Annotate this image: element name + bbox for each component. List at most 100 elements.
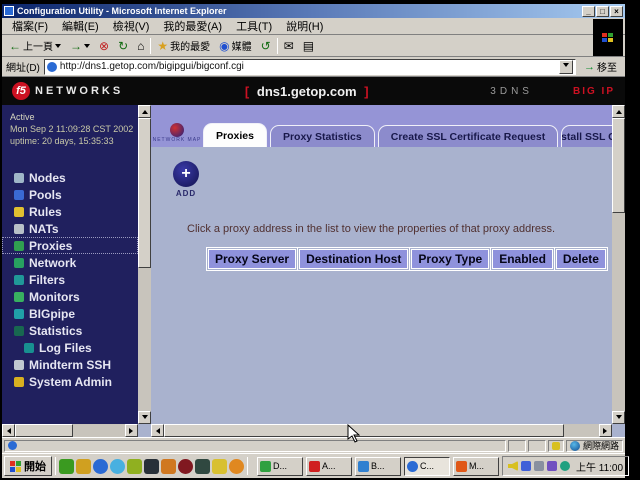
scrollbar-thumb[interactable]	[138, 118, 151, 268]
quick-launch-icon-3[interactable]	[93, 459, 108, 474]
quick-launch-icon-6[interactable]	[144, 459, 159, 474]
app-icon	[309, 461, 320, 472]
address-input[interactable]: http://dns1.getop.com/bigipgui/bigconf.c…	[44, 59, 576, 75]
task-button-2[interactable]: A...	[306, 457, 352, 476]
favorites-button[interactable]: ★ 我的最愛	[154, 37, 213, 54]
taskbar-divider	[247, 457, 248, 475]
home-button[interactable]: ⌂	[134, 39, 147, 53]
favorites-label: 我的最愛	[170, 38, 210, 53]
scroll-down-button[interactable]	[612, 411, 625, 424]
volume-icon[interactable]	[508, 461, 518, 471]
history-button[interactable]: ↺	[258, 39, 274, 53]
quick-launch-icon-4[interactable]	[110, 459, 125, 474]
sidebar-item-pools[interactable]: Pools	[2, 186, 138, 203]
scroll-up-button[interactable]	[612, 105, 625, 118]
network-map-button[interactable]: NETWORK MAP	[151, 123, 203, 147]
scroll-down-button[interactable]	[138, 411, 151, 424]
tray-icon-2[interactable]	[547, 461, 557, 471]
scrollbar-thumb[interactable]	[612, 118, 625, 213]
sidebar-item-filters[interactable]: Filters	[2, 271, 138, 288]
tab-create-ssl-certificate-request[interactable]: Create SSL Certificate Request	[378, 125, 558, 147]
quick-launch-icon-7[interactable]	[161, 459, 176, 474]
main-horizontal-scrollbar[interactable]	[151, 424, 612, 437]
tray-icon-3[interactable]	[560, 461, 570, 471]
sidebar-item-system-admin[interactable]: System Admin	[2, 373, 138, 390]
back-button[interactable]: ← 上一頁	[6, 37, 64, 54]
sidebar-vertical-scrollbar[interactable]	[138, 105, 151, 424]
forward-dropdown-icon[interactable]	[84, 44, 90, 51]
col-proxy-type[interactable]: Proxy Type	[411, 249, 489, 269]
start-button[interactable]: 開始	[4, 456, 52, 476]
scrollbar-thumb[interactable]	[15, 424, 73, 437]
scroll-right-button[interactable]	[599, 424, 612, 437]
menu-file[interactable]: 檔案(F)	[6, 17, 54, 35]
taskbar-clock[interactable]: 上午 11:00	[576, 459, 623, 474]
print-button[interactable]: ▤	[300, 39, 317, 53]
add-proxy-control[interactable]: + ADD	[173, 161, 199, 198]
sidebar-item-nats[interactable]: NATs	[2, 220, 138, 237]
address-dropdown-button[interactable]	[559, 60, 573, 74]
col-proxy-server[interactable]: Proxy Server	[208, 249, 296, 269]
sidebar-item-proxies[interactable]: Proxies	[2, 237, 138, 254]
task-button-1[interactable]: D...	[257, 457, 303, 476]
sidebar-item-label: Nodes	[29, 171, 66, 185]
menu-tools[interactable]: 工具(T)	[230, 17, 278, 35]
main-vertical-scrollbar[interactable]	[612, 105, 625, 424]
quick-launch-icon-8[interactable]	[178, 459, 193, 474]
quick-launch-icon-10[interactable]	[212, 459, 227, 474]
menu-view[interactable]: 檢視(V)	[107, 17, 156, 35]
task-button-5[interactable]: M...	[453, 457, 499, 476]
sidebar-item-network[interactable]: Network	[2, 254, 138, 271]
go-button[interactable]: → 移至	[580, 58, 621, 75]
maximize-button[interactable]: □	[596, 6, 609, 17]
display-icon[interactable]	[534, 461, 544, 471]
menu-help[interactable]: 說明(H)	[280, 17, 329, 35]
scrollbar-thumb[interactable]	[164, 424, 564, 437]
menu-favorites[interactable]: 我的最愛(A)	[157, 17, 228, 35]
minimize-button[interactable]: _	[582, 6, 595, 17]
scroll-up-button[interactable]	[138, 105, 151, 118]
history-icon: ↺	[261, 40, 271, 52]
task-button-4-active[interactable]: C...	[404, 457, 450, 476]
app-icon	[407, 461, 418, 472]
arrow-right-icon	[603, 428, 610, 434]
tab-proxies[interactable]: Proxies	[203, 123, 267, 147]
sidebar-item-bigpipe[interactable]: BIGpipe	[2, 305, 138, 322]
sidebar-item-statistics[interactable]: Statistics	[2, 322, 138, 339]
scroll-left-button[interactable]	[151, 424, 164, 437]
media-button[interactable]: ◉ 媒體	[216, 37, 254, 54]
forward-button[interactable]: →	[67, 39, 93, 53]
tab-proxy-statistics[interactable]: Proxy Statistics	[270, 125, 375, 147]
address-url[interactable]: http://dns1.getop.com/bigipgui/bigconf.c…	[60, 61, 559, 72]
col-delete[interactable]: Delete	[556, 249, 606, 269]
back-dropdown-icon[interactable]	[55, 44, 61, 51]
col-destination-host[interactable]: Destination Host	[299, 249, 408, 269]
rules-icon	[14, 207, 24, 217]
refresh-button[interactable]: ↻	[115, 39, 131, 53]
sidebar-item-monitors[interactable]: Monitors	[2, 288, 138, 305]
scroll-right-button[interactable]	[125, 424, 138, 437]
quick-launch-icon-5[interactable]	[127, 459, 142, 474]
task-button-3[interactable]: B...	[355, 457, 401, 476]
tray-icon-1[interactable]	[521, 461, 531, 471]
app-icon	[456, 461, 467, 472]
sidebar-item-nodes[interactable]: Nodes	[2, 169, 138, 186]
quick-launch-icon-2[interactable]	[76, 459, 91, 474]
menu-edit[interactable]: 編輯(E)	[56, 17, 105, 35]
filters-icon	[14, 275, 24, 285]
scroll-left-button[interactable]	[2, 424, 15, 437]
zone-label: 網際網路	[583, 439, 619, 452]
quick-launch-icon-11[interactable]	[229, 459, 244, 474]
mail-button[interactable]: ✉	[281, 39, 297, 53]
col-enabled[interactable]: Enabled	[492, 249, 553, 269]
sidebar-item-mindterm-ssh[interactable]: Mindterm SSH	[2, 356, 138, 373]
sidebar-item-rules[interactable]: Rules	[2, 203, 138, 220]
quick-launch-icon-9[interactable]	[195, 459, 210, 474]
close-button[interactable]: ×	[610, 6, 623, 17]
sidebar-item-log-files[interactable]: Log Files	[2, 339, 138, 356]
menu-bar: 檔案(F) 編輯(E) 檢視(V) 我的最愛(A) 工具(T) 說明(H)	[2, 18, 625, 35]
quick-launch-icon-1[interactable]	[59, 459, 74, 474]
add-button[interactable]: +	[173, 161, 199, 187]
stop-button[interactable]: ⊗	[96, 39, 112, 53]
sidebar-horizontal-scrollbar[interactable]	[2, 424, 138, 437]
